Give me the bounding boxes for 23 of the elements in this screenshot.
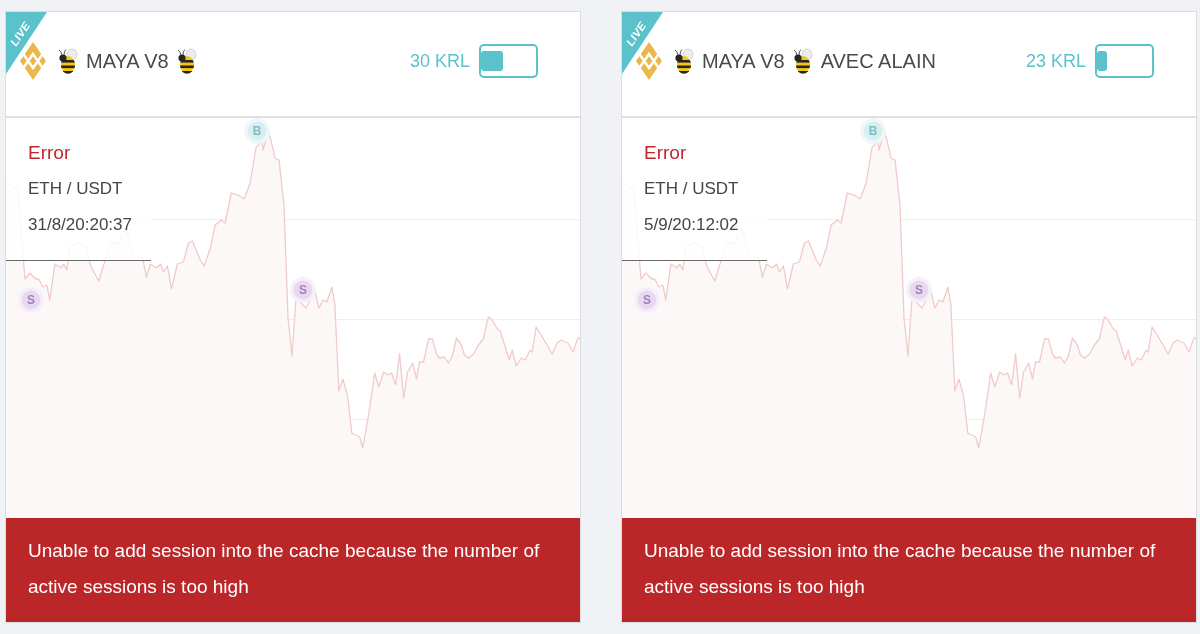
error-message: Unable to add session into the cache because the number of active sessions is too high — [644, 539, 1157, 599]
bee-icon — [58, 47, 78, 75]
chart-marker: S — [633, 287, 660, 313]
chart-marker: S — [906, 277, 932, 303]
timestamp-text: 5/9/20:12:02 — [644, 214, 740, 236]
balance-amount: 23 KRL — [1025, 50, 1086, 72]
bee-icon — [674, 47, 694, 75]
balance-amount: 30 KRL — [409, 50, 470, 72]
pair-text: ETH / USDT — [644, 178, 740, 200]
bee-icon — [176, 47, 197, 75]
status-text: Error — [28, 141, 72, 165]
title-text: AVEC ALAIN — [820, 49, 936, 73]
title-text: MAYA V8 — [86, 49, 169, 73]
chart-marker: B — [244, 118, 271, 144]
pair-text: ETH / USDT — [28, 178, 124, 200]
error-message: Unable to add session into the cache because the number of active sessions is too high — [28, 539, 541, 599]
title-text: MAYA V8 — [702, 49, 785, 73]
status-text: Error — [644, 141, 688, 165]
bee-icon — [792, 47, 813, 75]
timestamp-text: 31/8/20:20:37 — [28, 214, 133, 236]
chart-marker: S — [17, 287, 44, 313]
chart-marker: B — [860, 118, 887, 144]
chart-marker: S — [290, 277, 316, 303]
